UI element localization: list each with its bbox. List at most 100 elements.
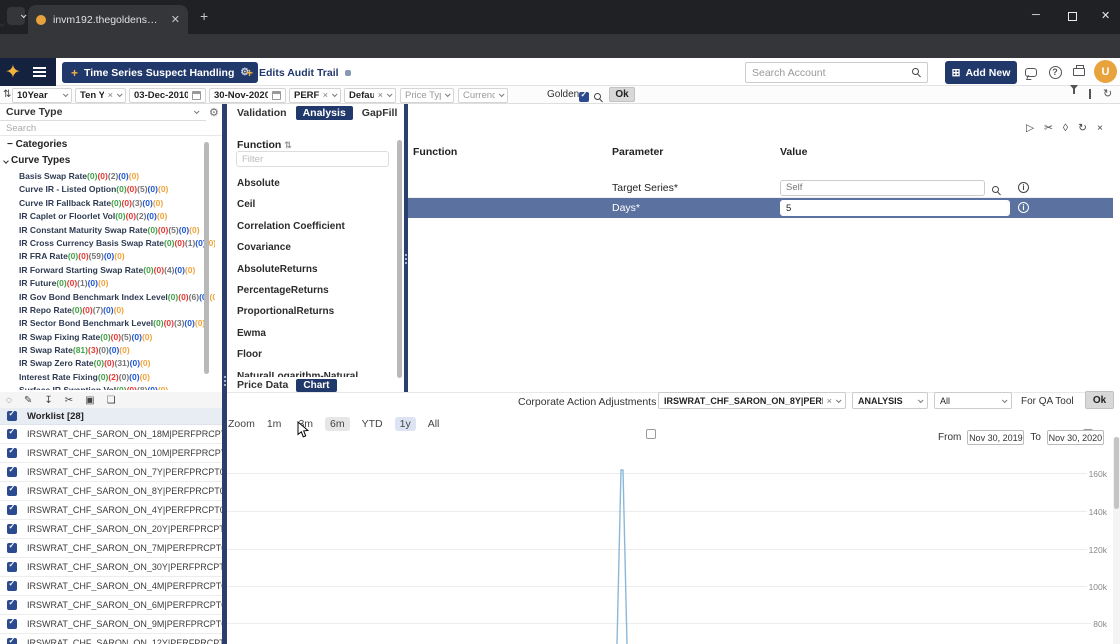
row-checkbox[interactable] — [7, 560, 17, 572]
param-row-target-series[interactable]: Target Series* i — [408, 178, 1113, 198]
zoom-6m-button[interactable]: 6m — [325, 417, 350, 431]
panel-gear-icon[interactable]: ⚙ — [209, 106, 219, 119]
divider-drag-handle[interactable] — [404, 254, 408, 264]
row-checkbox[interactable] — [7, 427, 17, 439]
worklist-row[interactable]: IRSWRAT_CHF_SARON_ON_7Y|PERFPRCPT01|MI..… — [0, 463, 222, 482]
row-checkbox[interactable] — [7, 636, 17, 644]
row-checkbox[interactable] — [7, 446, 17, 458]
chat-button[interactable] — [1023, 64, 1039, 80]
function-list-item[interactable]: Ewma — [237, 323, 392, 344]
function-list-item[interactable]: Covariance — [237, 237, 392, 258]
row-checkbox[interactable] — [7, 484, 17, 496]
tab-close-icon[interactable]: ✕ — [171, 13, 180, 26]
function-list-item[interactable]: Floor — [237, 344, 392, 365]
function-list-scrollbar[interactable] — [397, 140, 402, 378]
row-checkbox[interactable] — [7, 522, 17, 534]
worklist-header[interactable]: Worklist [28] — [0, 408, 222, 425]
curve-type-item[interactable]: Interest Rate Fixing02000 — [19, 371, 215, 384]
worklist-row[interactable]: IRSWRAT_CHF_SARON_ON_8Y|PERFPRCPT01|MI..… — [0, 482, 222, 501]
cut-icon[interactable]: ✂ — [1044, 122, 1053, 134]
worklist-row[interactable]: IRSWRAT_CHF_SARON_ON_7M|PERFPRCPT01|MI..… — [0, 539, 222, 558]
user-avatar[interactable]: U — [1094, 60, 1117, 83]
price-type-select[interactable]: Price Type — [400, 87, 454, 103]
worklist-row[interactable]: IRSWRAT_CHF_SARON_ON_12Y|PERFPRCPT01|M..… — [0, 634, 222, 644]
curve-type-item[interactable]: IR FRA Rate005900 — [19, 250, 215, 263]
curve-type-item[interactable]: IR Caplet or Floorlet Vol00200 — [19, 210, 215, 223]
zoom-1m-button[interactable]: 1m — [262, 417, 287, 431]
clear-icon[interactable]: × — [108, 90, 113, 100]
browser-tab[interactable]: invm192.thegoldensource.com ✕ — [28, 5, 188, 34]
curve-type-item[interactable]: IR Swap Zero Rate003100 — [19, 357, 215, 370]
refresh-icon[interactable]: ↻ — [1103, 87, 1112, 100]
row-checkbox[interactable] — [7, 541, 17, 553]
sidebar-search-input[interactable] — [6, 122, 216, 134]
curve-type-item[interactable]: Basis Swap Rate00200 — [19, 170, 215, 183]
curve-type-item[interactable]: Curve IR - Listed Option00500 — [19, 183, 215, 196]
account-search-input[interactable] — [752, 66, 912, 79]
tab-edits-audit-trail[interactable]: + Edits Audit Trail — [242, 62, 355, 83]
divider-drag-handle[interactable] — [222, 376, 227, 386]
date-to-field[interactable]: 30-Nov-2020 — [209, 87, 286, 103]
clear-icon[interactable]: × — [827, 396, 832, 406]
curve-type-item[interactable]: IR Constant Maturity Swap Rate00500 — [19, 224, 215, 237]
function-filter[interactable] — [236, 151, 389, 167]
curve-type-item[interactable]: Surface IR Swaption Vol00800 — [19, 384, 215, 390]
tenor-select[interactable]: 10Year — [12, 87, 72, 103]
help-button[interactable]: ? — [1047, 64, 1063, 80]
window-maximize-button[interactable] — [1068, 12, 1077, 21]
function-list-item[interactable]: NaturalLogarithm-Natural — [237, 366, 392, 377]
row-checkbox[interactable] — [7, 579, 17, 591]
curve-type-item[interactable]: IR Sector Bond Benchmark Level00300 — [19, 317, 215, 330]
series-select[interactable]: IRSWRAT_CHF_SARON_ON_8Y|PERFPRCP × — [658, 392, 846, 409]
row-checkbox[interactable] — [7, 503, 17, 515]
select-all-checkbox[interactable] — [7, 409, 17, 421]
clear-icon[interactable]: × — [323, 90, 328, 100]
panel-type-select[interactable]: Curve Type — [0, 104, 206, 121]
default-select[interactable]: Default× — [344, 87, 396, 103]
date-from-field[interactable]: 03-Dec-2010 — [129, 87, 206, 103]
function-list-item[interactable]: Ceil — [237, 194, 392, 215]
close-icon[interactable]: × — [1097, 122, 1103, 134]
chart-plot-area[interactable]: 160k 140k 120k 100k 80k — [227, 437, 1113, 644]
tab-time-series-suspect-handling[interactable]: + Time Series Suspect Handling ⚙ — [62, 62, 259, 83]
zoom-all-button[interactable]: All — [423, 417, 445, 431]
curve-type-item[interactable]: IR Repo Rate00700 — [19, 304, 215, 317]
add-new-button[interactable]: ⊞ Add New — [945, 61, 1017, 84]
param-row-days[interactable]: Days* i — [408, 198, 1113, 218]
function-list-item[interactable]: AbsoluteReturns — [237, 259, 392, 280]
curve-type-item[interactable]: Curve IR Fallback Rate00300 — [19, 197, 215, 210]
function-column-header[interactable]: Function ⇅ — [237, 139, 292, 151]
scope-select[interactable]: All — [934, 392, 1012, 409]
zoom-ytd-button[interactable]: YTD — [357, 417, 388, 431]
function-list-item[interactable]: Correlation Coefficient — [237, 216, 392, 237]
search-icon[interactable] — [912, 68, 921, 77]
tab-chart[interactable]: Chart — [296, 378, 337, 392]
worklist-row[interactable]: IRSWRAT_CHF_SARON_ON_4Y|PERFPRCPT01|MI..… — [0, 501, 222, 520]
golden-checkbox[interactable] — [579, 90, 589, 102]
download-icon[interactable]: ↧ — [44, 395, 52, 406]
calendar-icon[interactable] — [192, 90, 201, 100]
cut-icon[interactable]: ✂ — [65, 395, 73, 406]
window-minimize-button[interactable]: ─ — [1032, 9, 1040, 21]
eraser-icon[interactable]: ◊ — [1063, 122, 1068, 134]
curve-select[interactable]: Ten Ye× — [75, 87, 126, 103]
tab-analysis[interactable]: Analysis — [295, 106, 353, 120]
curve-type-item[interactable]: IR Swap Fixing Rate00500 — [19, 331, 215, 344]
function-list-item[interactable]: Absolute — [237, 173, 392, 194]
camera-icon[interactable]: ▣ — [85, 395, 94, 406]
curve-type-item[interactable]: IR Forward Starting Swap Rate00400 — [19, 264, 215, 277]
filter-funnel-icon[interactable] — [1070, 85, 1078, 108]
curve-type-item[interactable]: IR Future00100 — [19, 277, 215, 290]
tab-gapfill[interactable]: GapFill — [362, 107, 398, 119]
currency-select[interactable]: Currency — [458, 87, 508, 103]
chart-scrollbar-thumb[interactable] — [1114, 437, 1119, 509]
function-list-item[interactable]: ProportionalReturns — [237, 301, 392, 322]
info-icon[interactable]: i — [1018, 202, 1029, 213]
zoom-search-icon[interactable] — [594, 89, 603, 107]
panel-divider[interactable] — [404, 104, 408, 392]
calendar-icon[interactable] — [272, 90, 281, 100]
sidebar-scrollbar[interactable] — [204, 142, 209, 374]
circle-icon[interactable]: ◌ — [6, 395, 12, 406]
curve-type-item[interactable]: IR Gov Bond Benchmark Index Level00600 — [19, 291, 215, 304]
clear-icon[interactable]: × — [378, 90, 383, 100]
